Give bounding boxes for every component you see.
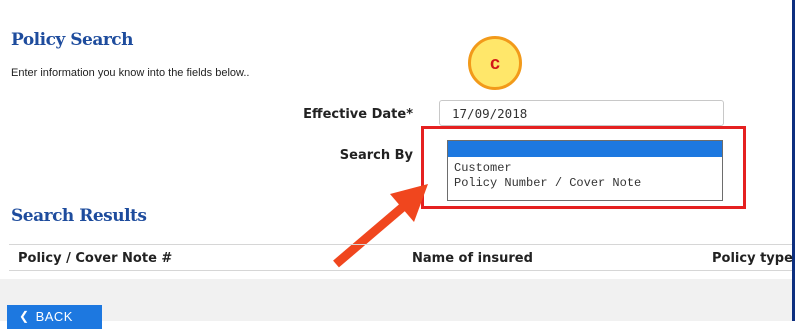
step-marker: c: [468, 36, 522, 90]
back-button[interactable]: ❮ BACK: [7, 305, 102, 329]
highlight-box: [421, 126, 746, 209]
column-policy-cover-note: Policy / Cover Note #: [18, 251, 173, 266]
back-button-label: BACK: [35, 309, 73, 324]
policy-search-intro: Enter information you know into the fiel…: [11, 67, 250, 79]
effective-date-input[interactable]: 17/09/2018: [439, 100, 724, 126]
column-policy-type: Policy type: [712, 251, 793, 266]
column-name-of-insured: Name of insured: [412, 251, 533, 266]
footer-band: [0, 279, 792, 321]
policy-search-title: Policy Search: [11, 30, 134, 50]
results-header-top-border: [9, 244, 792, 245]
search-by-label: Search By: [339, 148, 413, 163]
frame-right-border: [792, 0, 795, 321]
results-header-bottom-border: [9, 270, 792, 271]
search-results-title: Search Results: [11, 206, 147, 226]
effective-date-label: Effective Date*: [303, 107, 413, 122]
